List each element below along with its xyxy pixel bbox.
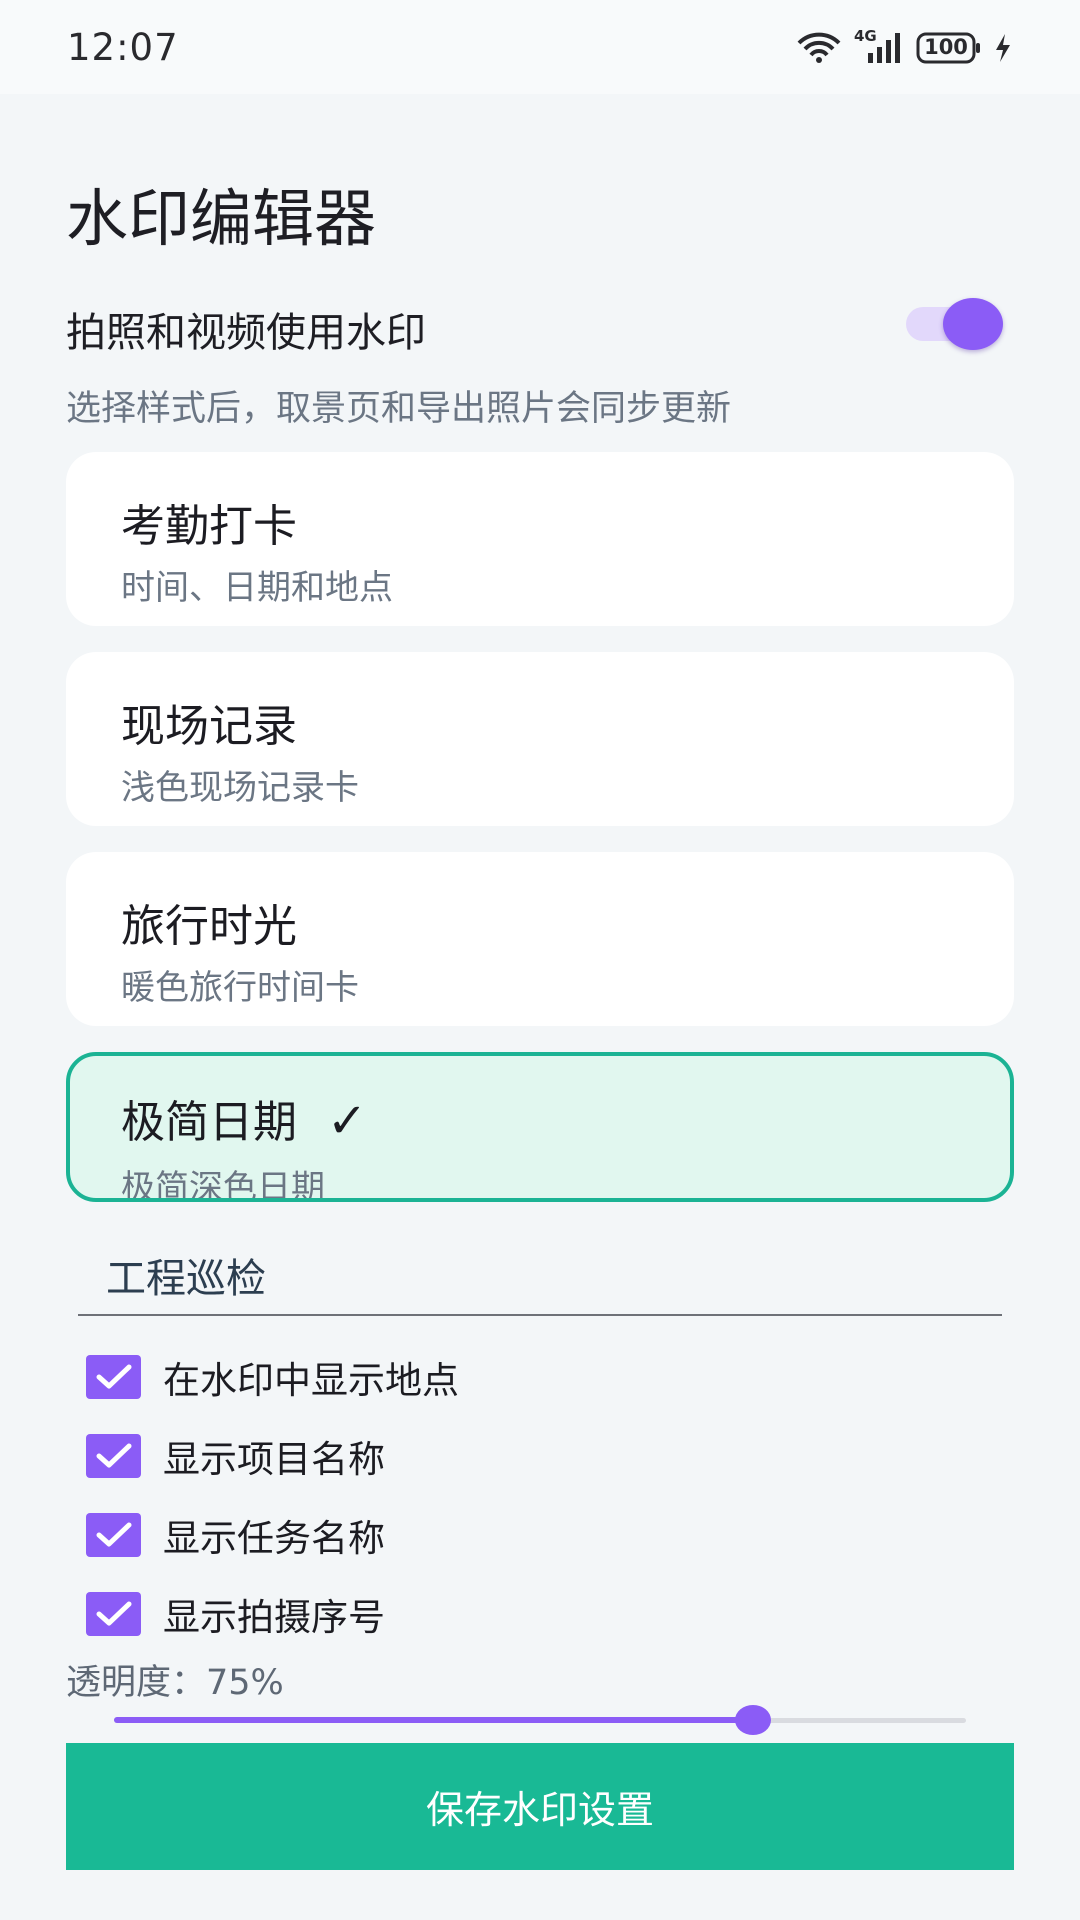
charging-icon bbox=[994, 33, 1012, 63]
checkbox[interactable] bbox=[86, 1592, 141, 1636]
save-watermark-button[interactable]: 保存水印设置 bbox=[66, 1743, 1014, 1870]
slider-fill bbox=[114, 1717, 753, 1723]
style-card-title: 考勤打卡 bbox=[121, 501, 297, 552]
option-label: 在水印中显示地点 bbox=[163, 1359, 459, 1402]
hint-text: 选择样式后，取景页和导出照片会同步更新 bbox=[66, 389, 732, 429]
check-icon: ✓ bbox=[327, 1093, 368, 1149]
battery-level: 100 bbox=[924, 35, 968, 59]
opacity-slider[interactable] bbox=[114, 1700, 966, 1740]
checkmark-icon bbox=[96, 1601, 131, 1626]
style-card-desc: 极简深色日期 bbox=[121, 1168, 325, 1202]
style-card-attendance[interactable]: 考勤打卡 时间、日期和地点 bbox=[66, 452, 1014, 626]
option-show-shot-number[interactable]: 显示拍摄序号 bbox=[86, 1591, 385, 1639]
battery-icon: 100 bbox=[916, 32, 982, 64]
checkmark-icon bbox=[96, 1522, 131, 1547]
checkmark-icon bbox=[96, 1364, 131, 1389]
option-show-project-name[interactable]: 显示项目名称 bbox=[86, 1433, 385, 1481]
style-card-title: 现场记录 bbox=[121, 701, 297, 752]
checkbox[interactable] bbox=[86, 1434, 141, 1478]
status-bar: 12:07 4G 100 bbox=[0, 0, 1080, 94]
style-card-title: 极简日期 ✓ bbox=[121, 1086, 367, 1150]
option-label: 显示任务名称 bbox=[163, 1517, 385, 1560]
page-title: 水印编辑器 bbox=[66, 182, 377, 255]
checkbox[interactable] bbox=[86, 1355, 141, 1399]
style-card-desc: 时间、日期和地点 bbox=[121, 568, 393, 608]
checkbox[interactable] bbox=[86, 1513, 141, 1557]
option-show-task-name[interactable]: 显示任务名称 bbox=[86, 1512, 385, 1560]
option-label: 显示拍摄序号 bbox=[163, 1596, 385, 1639]
project-name-input[interactable] bbox=[104, 1240, 984, 1310]
option-show-location[interactable]: 在水印中显示地点 bbox=[86, 1354, 459, 1402]
style-card-desc: 浅色现场记录卡 bbox=[121, 768, 359, 808]
status-icons: 4G 100 bbox=[796, 27, 1012, 68]
network-type: 4G bbox=[854, 27, 877, 45]
style-card-minimal-date[interactable]: 极简日期 ✓ 极简深色日期 bbox=[66, 1052, 1014, 1202]
toggle-thumb[interactable] bbox=[943, 298, 1003, 350]
wifi-icon bbox=[796, 32, 842, 64]
project-name-field[interactable] bbox=[78, 1240, 1002, 1316]
opacity-label: 透明度：75% bbox=[66, 1663, 284, 1703]
style-card-travel[interactable]: 旅行时光 暖色旅行时间卡 bbox=[66, 852, 1014, 1026]
checkmark-icon bbox=[96, 1443, 131, 1468]
status-time: 12:07 bbox=[67, 26, 179, 69]
signal-icon: 4G bbox=[854, 27, 904, 65]
slider-thumb[interactable] bbox=[735, 1705, 771, 1735]
style-card-title: 旅行时光 bbox=[121, 901, 297, 952]
style-card-title-text: 极简日期 bbox=[121, 1097, 297, 1148]
style-card-desc: 暖色旅行时间卡 bbox=[121, 968, 359, 1008]
option-label: 显示项目名称 bbox=[163, 1438, 385, 1481]
style-card-site-record[interactable]: 现场记录 浅色现场记录卡 bbox=[66, 652, 1014, 826]
watermark-toggle-label: 拍照和视频使用水印 bbox=[66, 310, 426, 356]
